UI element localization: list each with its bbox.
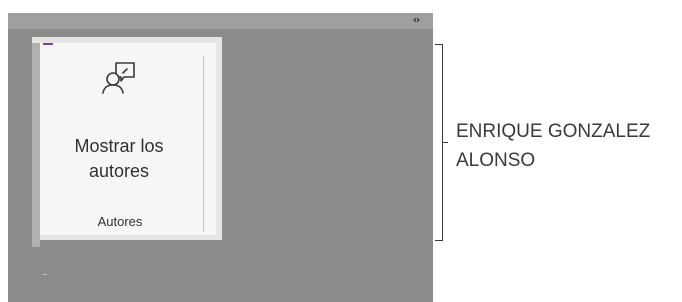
show-authors-label: Mostrar los autores [74, 136, 164, 181]
annotation-bracket-tick [443, 142, 448, 143]
dash-mark [43, 274, 47, 275]
show-authors-button[interactable]: Mostrar los autores [44, 50, 194, 200]
author-name-annotation: ENRIQUE GONZALEZ ALONSO [456, 121, 651, 171]
panel-top-bar: ‹› [8, 13, 433, 29]
accent-mark [43, 43, 53, 45]
code-brackets-icon[interactable]: ‹› [409, 14, 423, 28]
person-comment-icon [102, 62, 135, 94]
ribbon-group-edge [32, 43, 40, 246]
ribbon-group-label: Autores [97, 214, 143, 229]
annotation-bracket [435, 44, 443, 241]
ribbon-group-bottom-edge [32, 238, 40, 247]
ribbon-separator [203, 56, 204, 232]
screenshot-stage: ‹› Mostrar los autores Autores ENRIQUE G… [0, 0, 682, 302]
